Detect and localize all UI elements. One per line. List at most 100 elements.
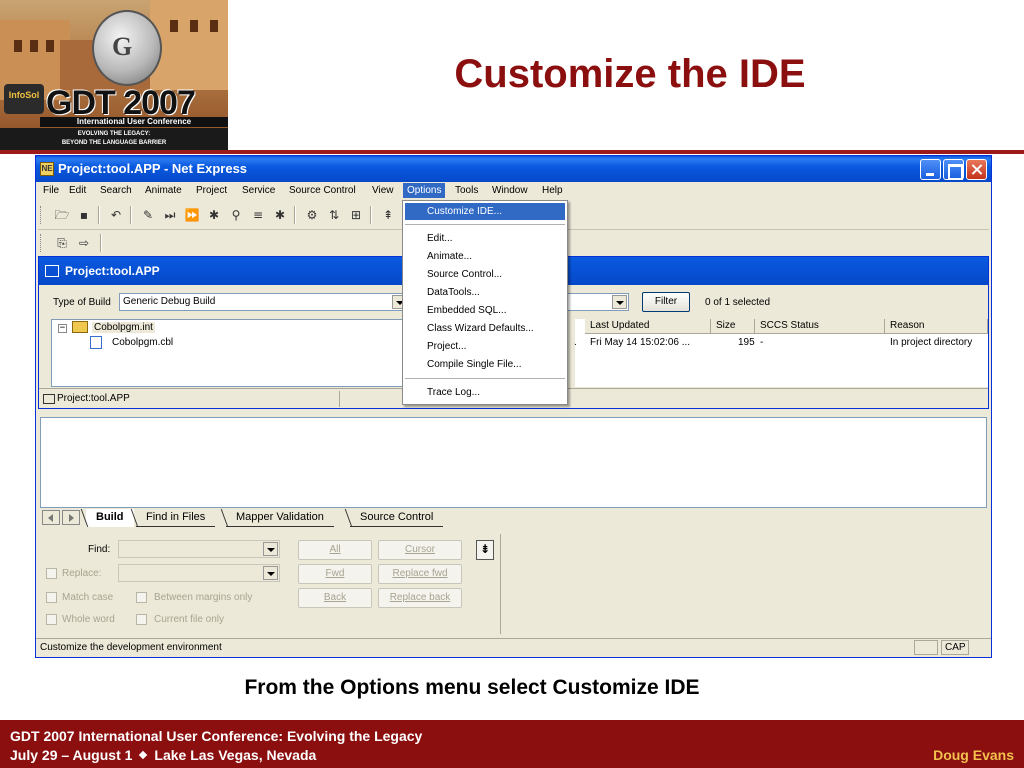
menu-view[interactable]: View <box>369 184 397 197</box>
open-folder-icon[interactable]: 🗁 <box>54 207 70 223</box>
output-tabs: Build Find in Files Mapper Validation So… <box>40 508 987 528</box>
cursor-button[interactable]: Cursor <box>378 540 462 560</box>
menu-edit[interactable]: Edit <box>66 184 89 197</box>
menu-item-embedded-sql[interactable]: Embedded SQL... <box>405 302 565 319</box>
maximize-button[interactable] <box>943 159 964 180</box>
footer-dates-location: July 29 – August 1 Lake Las Vegas, Nevada <box>10 747 317 763</box>
menu-item-datatools[interactable]: DataTools... <box>405 284 565 301</box>
current-file-checkbox[interactable] <box>136 614 147 625</box>
caps-lock-indicator: CAP <box>941 640 969 655</box>
checkin-icon[interactable]: ⇨ <box>76 235 92 251</box>
collapse-icon[interactable]: − <box>58 324 67 333</box>
menu-source-control[interactable]: Source Control <box>286 184 359 197</box>
menu-search[interactable]: Search <box>97 184 135 197</box>
tab-mapper-validation[interactable]: Mapper Validation <box>226 509 334 527</box>
step-icon[interactable]: ⏭ <box>162 207 178 223</box>
logo-tagline: EVOLVING THE LEGACY: BEYOND THE LANGUAGE… <box>0 128 228 150</box>
cell-reason: In project directory <box>890 337 973 348</box>
replace-checkbox[interactable] <box>46 568 57 579</box>
column-header-reason[interactable]: Reason <box>885 319 988 334</box>
output-pane[interactable] <box>40 417 987 508</box>
menu-item-animate[interactable]: Animate... <box>405 248 565 265</box>
find-fwd-button[interactable]: Fwd <box>298 564 372 584</box>
whole-word-checkbox[interactable] <box>46 614 57 625</box>
selected-count: 0 of 1 selected <box>705 297 771 308</box>
match-case-checkbox[interactable] <box>46 592 57 603</box>
replace-input[interactable] <box>118 564 280 582</box>
replace-fwd-button[interactable]: Replace fwd <box>378 564 462 584</box>
chevron-down-icon[interactable] <box>263 542 278 556</box>
find-input[interactable] <box>118 540 280 558</box>
checkout-icon[interactable]: ⎘ <box>54 235 70 251</box>
filter-button[interactable]: Filter <box>642 292 690 312</box>
watch-icon[interactable]: ✱ <box>272 207 288 223</box>
save-icon[interactable]: ▪ <box>76 207 92 223</box>
slide-caption: From the Options menu select Customize I… <box>244 676 700 699</box>
split-icon[interactable]: ⇞ <box>380 207 396 223</box>
window-titlebar[interactable]: NE Project:tool.APP - Net Express <box>36 156 991 182</box>
between-margins-checkbox[interactable] <box>136 592 147 603</box>
between-margins-label: Between margins only <box>154 592 253 603</box>
file-icon <box>90 336 102 349</box>
tree-item-cobolpgm-int[interactable]: Cobolpgm.int <box>92 322 155 333</box>
chevron-down-icon[interactable] <box>612 295 627 309</box>
list-icon[interactable]: ≡ <box>250 207 266 223</box>
type-of-build-select[interactable]: Generic Debug Build <box>119 293 409 311</box>
minimize-button[interactable] <box>920 159 941 180</box>
menu-help[interactable]: Help <box>539 184 566 197</box>
compile-icon[interactable]: ⚙ <box>304 207 320 223</box>
cell-sccs-status: - <box>760 337 764 348</box>
scroll-left-icon[interactable] <box>42 510 60 525</box>
find-label: Find: <box>88 544 111 555</box>
match-case-label: Match case <box>62 592 114 603</box>
expand-options-icon[interactable]: ⇟ <box>476 540 494 560</box>
run-icon[interactable]: ⏩ <box>184 207 200 223</box>
whole-word-label: Whole word <box>62 614 115 625</box>
undo-icon[interactable]: ↶ <box>108 207 124 223</box>
menu-service[interactable]: Service <box>239 184 278 197</box>
menu-item-source-control[interactable]: Source Control... <box>405 266 565 283</box>
tree-item-cobolpgm-cbl[interactable]: Cobolpgm.cbl <box>112 337 173 348</box>
status-bar: Customize the development environment CA… <box>36 638 991 656</box>
column-header-size[interactable]: Size <box>711 319 755 334</box>
replace-back-button[interactable]: Replace back <box>378 588 462 608</box>
logo-rule <box>0 150 228 154</box>
menu-tools[interactable]: Tools <box>452 184 481 197</box>
infosol-badge: InfoSol <box>4 84 44 114</box>
menu-item-class-wizard-defaults[interactable]: Class Wizard Defaults... <box>405 320 565 337</box>
menu-animate[interactable]: Animate <box>142 184 185 197</box>
menu-options[interactable]: Options <box>403 183 446 198</box>
status-text: Customize the development environment <box>40 642 222 653</box>
footer-conference: GDT 2007 International User Conference: … <box>10 728 423 744</box>
scroll-right-icon[interactable] <box>62 510 80 525</box>
column-header-sccs-status[interactable]: SCCS Status <box>755 319 885 334</box>
replace-label: Replace: <box>62 568 102 579</box>
file-list-grid[interactable]: . Last Updated Size SCCS Status Reason F… <box>574 319 988 387</box>
menu-item-compile-single-file[interactable]: Compile Single File... <box>405 356 565 373</box>
tab-build[interactable]: Build <box>86 509 134 527</box>
find-back-button[interactable]: Back <box>298 588 372 608</box>
project-tree-icon <box>45 265 59 277</box>
project-tree[interactable]: − Cobolpgm.int Cobolpgm.cbl <box>51 319 406 387</box>
menu-item-trace-log[interactable]: Trace Log... <box>405 384 565 401</box>
wand-icon[interactable]: ✎ <box>140 207 156 223</box>
chevron-down-icon[interactable] <box>263 566 278 580</box>
menu-file[interactable]: File <box>40 184 62 197</box>
column-header-last-updated[interactable]: Last Updated <box>585 319 711 334</box>
build-icon[interactable]: ⊞ <box>348 207 364 223</box>
close-button[interactable] <box>966 159 987 180</box>
menu-item-project[interactable]: Project... <box>405 338 565 355</box>
tab-find-in-files[interactable]: Find in Files <box>136 509 216 527</box>
breakpoint-icon[interactable]: ✱ <box>206 207 222 223</box>
options-menu: Customize IDE... Edit... Animate... Sour… <box>402 200 568 405</box>
zoom-icon[interactable]: ⚲ <box>228 207 244 223</box>
tab-source-control[interactable]: Source Control <box>350 509 444 527</box>
menu-project[interactable]: Project <box>193 184 230 197</box>
menu-window[interactable]: Window <box>489 184 531 197</box>
filter-select[interactable] <box>567 293 629 311</box>
menu-item-edit[interactable]: Edit... <box>405 230 565 247</box>
find-all-button[interactable]: All <box>298 540 372 560</box>
menu-item-customize-ide[interactable]: Customize IDE... <box>405 203 565 220</box>
sort-icon[interactable]: ⇅ <box>326 207 342 223</box>
globe-emblem-icon: G <box>92 10 162 86</box>
